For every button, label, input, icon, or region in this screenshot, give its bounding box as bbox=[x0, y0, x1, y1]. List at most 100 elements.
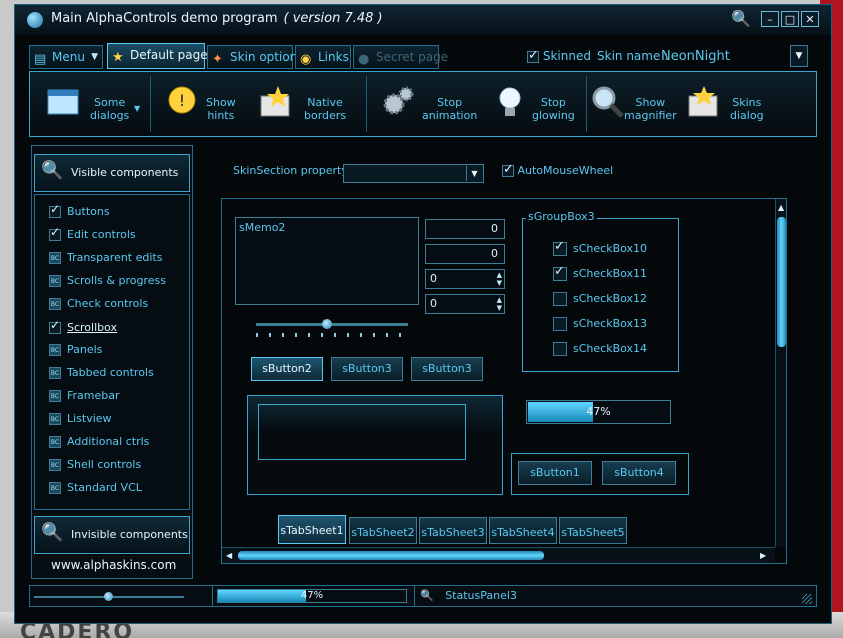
stop-glowing-button[interactable]: Stop glowing bbox=[492, 74, 582, 134]
component-icon: BC bbox=[49, 459, 61, 471]
tab-default-page[interactable]: ★ Default page bbox=[107, 43, 208, 69]
sbutton4[interactable]: sButton4 bbox=[602, 461, 676, 485]
tab-links[interactable]: ◉ Links bbox=[295, 45, 351, 69]
checkbox-mark bbox=[553, 317, 567, 331]
show-magnifier-button[interactable]: Show magnifier bbox=[590, 74, 680, 134]
website-link[interactable]: www.alphaskins.com bbox=[51, 558, 176, 572]
skinned-checkbox[interactable]: Skinned bbox=[527, 48, 591, 63]
native-borders-button[interactable]: Native borders bbox=[258, 74, 358, 134]
spin-arrows-icon[interactable]: ▲ ▼ bbox=[497, 296, 502, 312]
component-scrolls-progress[interactable]: BC Scrolls & progress bbox=[49, 272, 166, 290]
component-icon: BC bbox=[49, 298, 61, 310]
checkbox-12[interactable]: sCheckBox12 bbox=[553, 291, 647, 307]
separator bbox=[150, 76, 151, 132]
status-progress-panel: 47% bbox=[214, 586, 415, 606]
component-framebar[interactable]: BC Framebar bbox=[49, 387, 120, 405]
checkbox-14[interactable]: sCheckBox14 bbox=[553, 341, 647, 357]
component-panels[interactable]: BC Panels bbox=[49, 341, 102, 359]
magnifier-icon: 🔍 bbox=[41, 522, 64, 543]
magnifier-icon: 🔍 bbox=[420, 589, 434, 602]
scroll-up-icon[interactable]: ▲ bbox=[778, 203, 784, 212]
tab-skin-options[interactable]: ✦ Skin options bbox=[207, 45, 304, 69]
skins-icon bbox=[688, 86, 718, 117]
lightbulb-hint-icon: ! bbox=[168, 86, 196, 114]
spin-edit-1[interactable]: 0 ▲ ▼ bbox=[425, 269, 505, 289]
magnifier-icon[interactable]: 🔍 bbox=[731, 9, 751, 28]
chevron-down-icon: ▼ bbox=[466, 166, 482, 181]
sbutton2[interactable]: sButton2 bbox=[251, 357, 323, 381]
title-bar[interactable]: Main AlphaControls demo program( version… bbox=[15, 5, 831, 35]
component-scrollbox[interactable]: Scrollbox bbox=[49, 319, 117, 337]
visible-components-button[interactable]: 🔍 Visible components bbox=[34, 154, 190, 192]
groupbox-title: sGroupBox3 bbox=[526, 210, 597, 223]
stop-animation-button[interactable]: Stop animation bbox=[380, 74, 480, 134]
status-bar: 47% 🔍 StatusPanel3 bbox=[29, 585, 817, 607]
component-shell-controls[interactable]: BC Shell controls bbox=[49, 456, 141, 474]
status-trackbar-thumb[interactable] bbox=[104, 592, 113, 601]
checkbox-10[interactable]: sCheckBox10 bbox=[553, 239, 647, 257]
menu-icon: ▤ bbox=[34, 52, 47, 67]
component-icon: BC bbox=[49, 275, 61, 287]
invisible-components-button[interactable]: 🔍 Invisible components bbox=[34, 516, 190, 554]
trackbar-thumb[interactable] bbox=[322, 319, 332, 329]
tab-stabsheet4[interactable]: sTabSheet4 bbox=[489, 517, 557, 544]
number-edit-1[interactable]: 0 bbox=[425, 219, 505, 239]
progress-text: 47% bbox=[586, 405, 611, 418]
svg-text:!: ! bbox=[179, 91, 185, 110]
toolbar-label: Stop animation bbox=[422, 96, 478, 122]
vertical-scroll-thumb[interactable] bbox=[777, 217, 786, 347]
automousewheel-checkbox[interactable]: AutoMouseWheel bbox=[502, 162, 613, 177]
checkbox-13[interactable]: sCheckBox13 bbox=[553, 316, 647, 332]
checkbox-mark bbox=[527, 48, 539, 63]
status-trackbar[interactable] bbox=[34, 592, 184, 601]
minimize-button[interactable]: – bbox=[761, 11, 779, 27]
toolbar-label: Native borders bbox=[304, 96, 347, 122]
spin-edit-2[interactable]: 0 ▲ ▼ bbox=[425, 294, 505, 314]
number-edit-2[interactable]: 0 bbox=[425, 244, 505, 264]
memo-field[interactable]: sMemo2 bbox=[235, 217, 419, 305]
tab-stabsheet2[interactable]: sTabSheet2 bbox=[349, 517, 417, 544]
toolbar: Some dialogs ▼ ! Show hints Native borders … bbox=[29, 71, 817, 137]
maximize-button[interactable]: □ bbox=[781, 11, 799, 27]
skin-dropdown-button[interactable]: ▼ bbox=[790, 45, 808, 67]
spin-arrows-icon[interactable]: ▲ ▼ bbox=[497, 271, 502, 287]
component-check-controls[interactable]: BC Check controls bbox=[49, 295, 148, 313]
window-icon bbox=[47, 89, 79, 115]
scrollbox[interactable]: sMemo2 0 0 0 ▲ ▼ 0 ▲ ▼ sButton2 sButton3 sBu… bbox=[221, 198, 787, 564]
status-panel-3: 🔍 StatusPanel3 bbox=[420, 589, 517, 602]
component-edit-controls[interactable]: Edit controls bbox=[49, 226, 136, 244]
trackbar[interactable] bbox=[256, 319, 408, 329]
tab-secret-page[interactable]: ● Secret page bbox=[353, 45, 448, 69]
separator bbox=[586, 76, 587, 132]
horizontal-scroll-thumb[interactable] bbox=[238, 551, 544, 560]
lock-icon: ● bbox=[358, 52, 370, 67]
scroll-right-icon[interactable]: ▶ bbox=[760, 551, 766, 560]
close-button[interactable]: ✕ bbox=[801, 11, 819, 27]
tab-stabsheet5[interactable]: sTabSheet5 bbox=[559, 517, 627, 544]
bulb-icon bbox=[499, 87, 521, 116]
skin-name-value[interactable]: NeonNight bbox=[661, 49, 730, 64]
vertical-scrollbar[interactable]: ▲ bbox=[775, 199, 786, 547]
resize-grip[interactable] bbox=[802, 594, 812, 604]
some-dialogs-button[interactable]: Some dialogs ▼ bbox=[40, 74, 144, 134]
component-listview[interactable]: BC Listview bbox=[49, 410, 112, 428]
scroll-left-icon[interactable]: ◀ bbox=[226, 551, 232, 560]
show-hints-button[interactable]: ! Show hints bbox=[164, 74, 244, 134]
sbutton1[interactable]: sButton1 bbox=[518, 461, 592, 485]
component-buttons[interactable]: Buttons bbox=[49, 203, 110, 221]
tab-menu[interactable]: ▤ Menu ▼ bbox=[29, 45, 103, 69]
links-icon: ◉ bbox=[300, 52, 312, 67]
checkbox-11[interactable]: sCheckBox11 bbox=[553, 264, 647, 282]
component-transparent-edits[interactable]: BC Transparent edits bbox=[49, 249, 162, 267]
skins-dialog-button[interactable]: Skins dialog bbox=[686, 74, 766, 134]
skinsection-combobox[interactable]: ▼ bbox=[343, 164, 484, 183]
sbutton3-copy[interactable]: sButton3 bbox=[411, 357, 483, 381]
component-additional-ctrls[interactable]: BC Additional ctrls bbox=[49, 433, 149, 451]
component-tabbed-controls[interactable]: BC Tabbed controls bbox=[49, 364, 154, 382]
skinsection-label: SkinSection property : bbox=[233, 164, 356, 177]
component-standard-vcl[interactable]: BC Standard VCL bbox=[49, 479, 142, 497]
tab-stabsheet1[interactable]: sTabSheet1 bbox=[278, 515, 346, 544]
horizontal-scrollbar[interactable]: ◀ ▶ bbox=[222, 547, 775, 563]
tab-stabsheet3[interactable]: sTabSheet3 bbox=[419, 517, 487, 544]
sbutton3[interactable]: sButton3 bbox=[331, 357, 403, 381]
